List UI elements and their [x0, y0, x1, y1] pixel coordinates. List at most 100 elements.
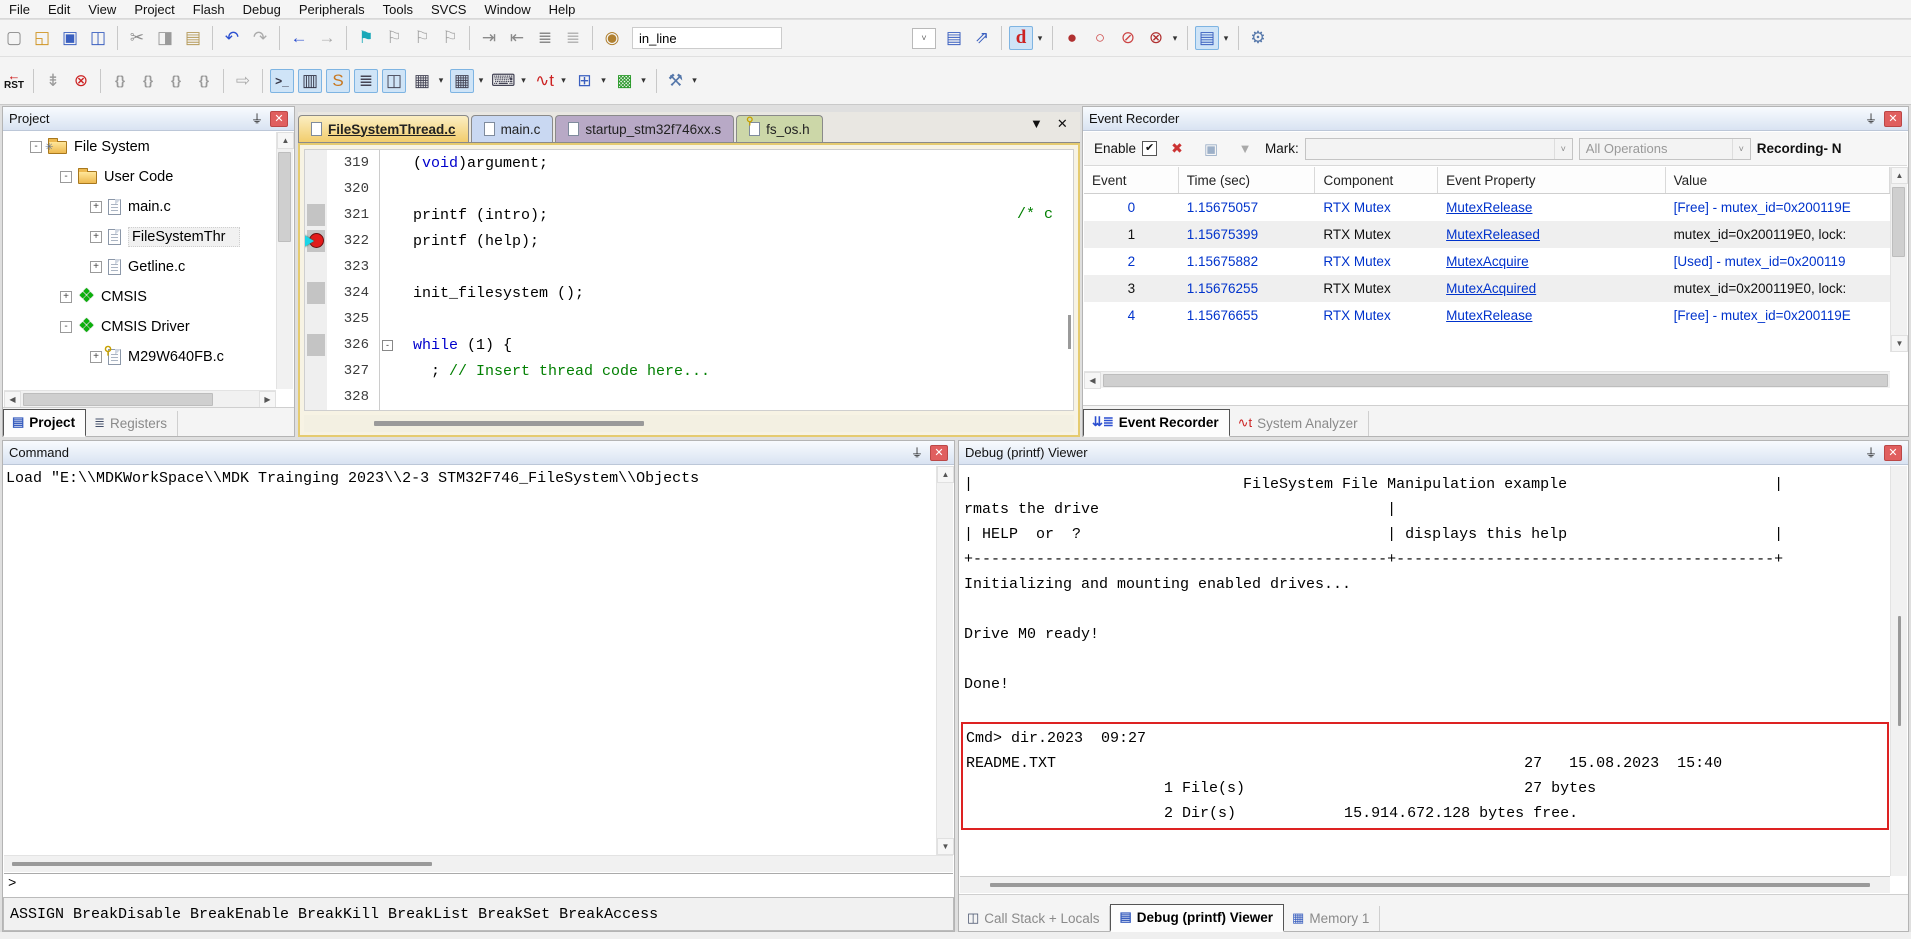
chevron-down-icon[interactable]: ▾ [1035, 33, 1045, 44]
filter-icon[interactable]: ▼ [1233, 137, 1257, 161]
event-property-cell[interactable]: MutexRelease [1438, 200, 1665, 215]
tab-project[interactable]: ▤Project [3, 409, 86, 437]
tab-overflow-icon[interactable]: ▼ [1030, 116, 1043, 132]
event-property-link[interactable]: MutexReleased [1446, 227, 1540, 242]
scroll-left-icon[interactable]: ◀ [1084, 372, 1101, 389]
trace-window-icon[interactable]: ⊞ [573, 69, 597, 93]
toolbox-icon[interactable]: ⚒ [664, 69, 688, 93]
chevron-down-icon[interactable]: ˅ [1732, 139, 1750, 159]
event-row[interactable]: 21.15675882RTX MutexMutexAcquire[Used] -… [1084, 248, 1890, 275]
column-header-value[interactable]: Value [1666, 167, 1890, 193]
chevron-down-icon[interactable]: ▾ [559, 75, 569, 86]
event-property-link[interactable]: MutexRelease [1446, 200, 1532, 215]
tree-item-user-code[interactable]: -User Code [4, 162, 276, 192]
scrollbar-thumb[interactable] [1898, 616, 1901, 726]
debug-viewer-hscrollbar[interactable] [960, 876, 1890, 893]
chevron-down-icon[interactable]: ▾ [519, 75, 529, 86]
collapse-icon[interactable]: - [60, 321, 72, 333]
scroll-up-icon[interactable]: ▲ [277, 132, 294, 149]
next-bookmark-icon[interactable]: ⚐ [410, 26, 434, 50]
event-property-link[interactable]: MutexAcquire [1446, 254, 1529, 269]
collapse-icon[interactable]: - [60, 171, 72, 183]
breakpoint-gutter[interactable] [305, 228, 327, 254]
save-events-icon[interactable]: ▣ [1199, 137, 1223, 161]
memory-window-icon[interactable]: ▦ [450, 69, 474, 93]
menu-project[interactable]: Project [125, 0, 183, 19]
menu-peripherals[interactable]: Peripherals [290, 0, 374, 19]
pin-icon[interactable]: ⏚ [1863, 111, 1879, 127]
event-row[interactable]: 11.15675399RTX MutexMutexReleasedmutex_i… [1084, 221, 1890, 248]
window-list-icon[interactable]: ▤ [1195, 26, 1219, 50]
scroll-down-icon[interactable]: ▼ [1891, 335, 1908, 352]
navigate-back-icon[interactable]: ← [287, 26, 311, 50]
scroll-down-icon[interactable]: ▼ [937, 838, 954, 855]
project-tree-vscrollbar[interactable]: ▲ [276, 132, 293, 389]
tab-memory-1[interactable]: ▦Memory 1 [1284, 906, 1380, 931]
menu-view[interactable]: View [79, 0, 125, 19]
chevron-down-icon[interactable]: ▾ [1170, 33, 1180, 44]
close-document-icon[interactable]: ✕ [1057, 116, 1068, 132]
expand-icon[interactable]: + [60, 291, 72, 303]
tab-debug-printf-viewer[interactable]: ▤Debug (printf) Viewer [1110, 904, 1284, 932]
disable-all-breakpoints-icon[interactable]: ⊘ [1116, 26, 1140, 50]
mark-combo[interactable]: ˅ [1305, 138, 1573, 160]
event-row[interactable]: 01.15675057RTX MutexMutexRelease[Free] -… [1084, 194, 1890, 221]
event-table-vscrollbar[interactable]: ▲ ▼ [1890, 167, 1907, 352]
outdent-icon[interactable]: ⇤ [505, 26, 529, 50]
breakpoint-gutter[interactable] [305, 384, 327, 410]
column-header-event[interactable]: Event [1084, 167, 1179, 193]
run-icon[interactable]: ⇟ [41, 69, 65, 93]
scroll-right-icon[interactable]: ▶ [259, 391, 276, 408]
reset-icon[interactable]: ←RST [0, 66, 28, 96]
pin-icon[interactable]: ⏚ [1863, 445, 1879, 461]
tab-call-stack-locals[interactable]: ◫Call Stack + Locals [959, 906, 1110, 931]
tab-event-recorder[interactable]: ⇊≣Event Recorder [1083, 409, 1230, 437]
start-stop-debug-icon[interactable]: d [1009, 26, 1033, 50]
tree-item-getline-c[interactable]: +Getline.c [4, 252, 276, 282]
close-icon[interactable]: ✕ [930, 445, 948, 461]
close-icon[interactable]: ✕ [270, 111, 288, 127]
step-out-icon[interactable]: {} [164, 69, 188, 93]
call-stack-window-icon[interactable]: ◫ [382, 69, 406, 93]
command-vscrollbar[interactable]: ▲ ▼ [936, 466, 953, 855]
watch-window-icon[interactable]: ▦ [410, 69, 434, 93]
symbol-window-icon[interactable]: S [326, 69, 350, 93]
chevron-down-icon[interactable]: ▾ [436, 75, 446, 86]
tree-item-m29w640fb-c[interactable]: +⚲M29W640FB.c [4, 342, 276, 372]
close-icon[interactable]: ✕ [1884, 445, 1902, 461]
breakpoint-gutter[interactable] [305, 358, 327, 384]
tab-system-analyzer[interactable]: ∿tSystem Analyzer [1230, 411, 1369, 436]
chevron-down-icon[interactable]: ˅ [1554, 139, 1572, 159]
tree-item-filesystemthr[interactable]: +FileSystemThr [4, 222, 276, 252]
scrollbar-thumb[interactable] [374, 421, 644, 426]
expand-icon[interactable]: + [90, 351, 102, 363]
breakpoint-gutter[interactable] [305, 306, 327, 332]
tree-item-main-c[interactable]: +main.c [4, 192, 276, 222]
scroll-up-icon[interactable]: ▲ [1891, 167, 1908, 184]
menu-window[interactable]: Window [475, 0, 539, 19]
breakpoint-gutter[interactable] [305, 332, 327, 358]
kill-all-breakpoints-icon[interactable]: ⊗ [1144, 26, 1168, 50]
clear-bookmarks-icon[interactable]: ⚐ [438, 26, 462, 50]
event-property-cell[interactable]: MutexReleased [1438, 227, 1665, 242]
disassembly-window-icon[interactable]: ▥ [298, 69, 322, 93]
step-icon[interactable]: {} [108, 69, 132, 93]
editor-vscrollbar-thumb[interactable] [1068, 315, 1071, 349]
uncomment-icon[interactable]: ≣ [561, 26, 585, 50]
scrollbar-thumb[interactable] [990, 883, 1870, 887]
command-input[interactable]: > [4, 873, 953, 895]
event-table-hscrollbar[interactable]: ◀ [1084, 371, 1890, 388]
scrollbar-thumb[interactable] [278, 152, 291, 242]
event-property-link[interactable]: MutexRelease [1446, 308, 1532, 323]
configure-target-icon[interactable]: ⚙ [1246, 26, 1270, 50]
tab-startup-s[interactable]: startup_stm32f746xx.s [555, 115, 734, 142]
find-text-input[interactable] [632, 27, 782, 49]
step-over-icon[interactable]: {} [136, 69, 160, 93]
find-options-combo[interactable]: ˅ [912, 28, 936, 49]
event-property-cell[interactable]: MutexAcquired [1438, 281, 1665, 296]
tree-item-file-system[interactable]: -File System [4, 132, 276, 162]
column-header-time-sec-[interactable]: Time (sec) [1179, 167, 1316, 193]
tree-item-cmsis-driver[interactable]: -❖CMSIS Driver [4, 312, 276, 342]
close-icon[interactable]: ✕ [1884, 111, 1902, 127]
command-window-icon[interactable]: >_ [270, 69, 294, 93]
